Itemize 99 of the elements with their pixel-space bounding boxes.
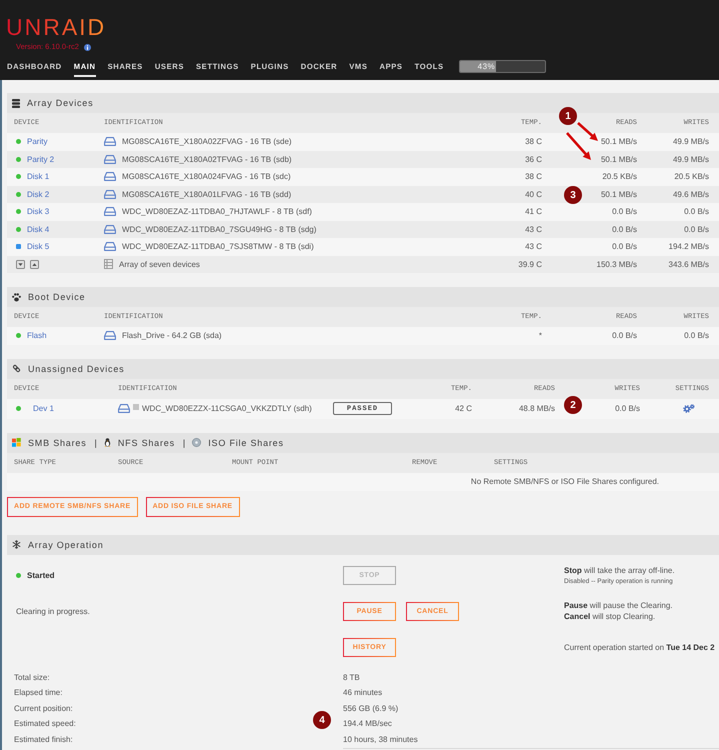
read-speed: 150.3 MB/s [596,260,637,269]
stack-icon [12,98,20,108]
temperature: 41 C [525,207,542,216]
read-speed: 20.5 KB/s [602,172,637,182]
settings-icon[interactable] [683,404,695,413]
link-icon [12,364,21,373]
disk-identification: MG08SCA16TE_X180A02ZFVAG - 16 TB (sde) [122,137,292,146]
temperature: 39.9 C [518,260,542,269]
detail-value: 194.4 MB/sec [343,719,392,728]
write-speed: 49.9 MB/s [672,137,709,146]
device-link[interactable]: Disk 5 [27,242,50,252]
read-speed: 0.0 B/s [612,242,637,252]
disk-identification: WDC_WD80EZAZ-11TDBA0_7SJS8TMW - 8 TB (sdi) [122,242,314,252]
detail-label: Estimated finish: [14,734,73,744]
write-speed: 0.0 B/s [684,331,709,340]
penguin-icon [104,438,111,447]
annotation-marker: 4 [313,711,331,729]
device-link[interactable]: Parity 2 [27,154,54,164]
drive-icon [104,137,116,146]
caret-up-icon[interactable] [30,260,39,269]
detail-label: Current position: [14,704,73,713]
drive-icon [104,207,116,216]
read-speed: 0.0 B/s [612,331,637,340]
drive-icon [104,154,116,164]
section-title: ISO File Shares [208,438,284,448]
temperature: 43 C [525,242,542,252]
section-title: Boot Device [28,292,86,302]
disk-identification: WDC_WD80EZAZ-11TDBA0_7SGU49HG - 8 TB (sdg) [122,224,316,234]
disk-identification: WDC_WD80EZZX-11CSGA0_VKKZDTLY (sdh) [142,404,312,413]
array-summary: Array of seven devices [119,260,200,269]
title-separator: | [182,438,186,448]
disk-identification: MG08SCA16TE_X180A01LFVAG - 16 TB (sdd) [122,190,292,199]
array-status: Started [27,571,55,580]
snowflake-icon [12,540,21,549]
write-speed: 0.0 B/s [615,404,640,413]
info-icon[interactable] [84,44,91,50]
temperature: 38 C [525,172,542,182]
device-link[interactable]: Dev 1 [33,404,54,413]
detail-label: Elapsed time: [14,688,62,698]
read-speed: 0.0 B/s [612,207,637,216]
paw-icon [12,292,21,302]
square-icon [133,404,139,410]
drive-icon [104,224,116,234]
disc-icon [192,438,202,447]
write-speed: 0.0 B/s [684,224,709,234]
temperature: * [538,331,542,340]
disk-identification: WDC_WD80EZAZ-11TDBA0_7HJTAWLF - 8 TB (sdf) [122,207,312,216]
read-speed: 50.1 MB/s [600,190,637,199]
device-link[interactable]: Flash [27,331,47,340]
device-link[interactable]: Disk 3 [27,207,50,216]
drive-icon [104,172,116,182]
disk-identification: MG08SCA16TE_X180A024FVAG - 16 TB (sdc) [122,172,291,182]
write-speed: 49.9 MB/s [672,154,709,164]
write-speed: 0.0 B/s [684,207,709,216]
write-speed: 343.6 MB/s [668,260,709,269]
detail-label: Total size: [14,672,50,682]
device-link[interactable]: Parity [27,137,48,146]
detail-label: Estimated speed: [14,719,76,728]
detail-value: 10 hours, 38 minutes [343,734,418,744]
empty-message: No Remote SMB/NFS or ISO File Shares configured. [470,477,659,486]
operation-status: Clearing in progress. [16,607,90,616]
drive-icon [118,404,130,413]
help-text: Cancel will stop Clearing. [564,612,656,622]
read-speed: 50.1 MB/s [600,137,637,146]
temperature: 42 C [455,404,472,413]
disk-identification: MG08SCA16TE_X180A02TFVAG - 16 TB (sdb) [122,154,292,164]
title-separator: | [94,438,97,448]
detail-value: 556 GB (6.9 %) [343,704,398,713]
list-icon [104,259,113,270]
drive-icon [104,190,116,199]
caret-down-icon[interactable] [16,260,25,269]
detail-value: 8 TB [343,672,360,682]
device-link[interactable]: Disk 4 [27,224,50,234]
section-title: SMB Shares [28,438,87,448]
write-speed: 49.6 MB/s [672,190,709,199]
help-text: Stop will take the array off-line. [564,566,675,576]
device-link[interactable]: Disk 2 [27,190,50,199]
temperature: 40 C [525,190,542,199]
disk-identification: Flash_Drive - 64.2 GB (sda) [122,331,222,340]
flag-icon [12,438,21,447]
write-speed: 194.2 MB/s [668,242,709,252]
section-title: Array Operation [28,540,104,550]
section-title: Unassigned Devices [28,364,124,374]
write-speed: 20.5 KB/s [674,172,709,182]
drive-icon [104,242,116,252]
temperature: 36 C [525,154,542,164]
detail-value: 46 minutes [343,688,382,698]
progress-reading: 43% [478,61,496,72]
read-speed: 48.8 MB/s [518,404,555,413]
section-title: NFS Shares [118,438,175,448]
temperature: 43 C [525,224,542,234]
drive-icon [104,331,116,340]
read-speed: 50.1 MB/s [600,154,637,164]
help-text: Current operation started on Tue 14 Dec 2 [564,642,715,652]
help-text: Pause will pause the Clearing. [564,601,673,611]
read-speed: 0.0 B/s [612,224,637,234]
device-link[interactable]: Disk 1 [27,172,50,182]
temperature: 38 C [525,137,542,146]
section-title: Array Devices [27,98,94,108]
